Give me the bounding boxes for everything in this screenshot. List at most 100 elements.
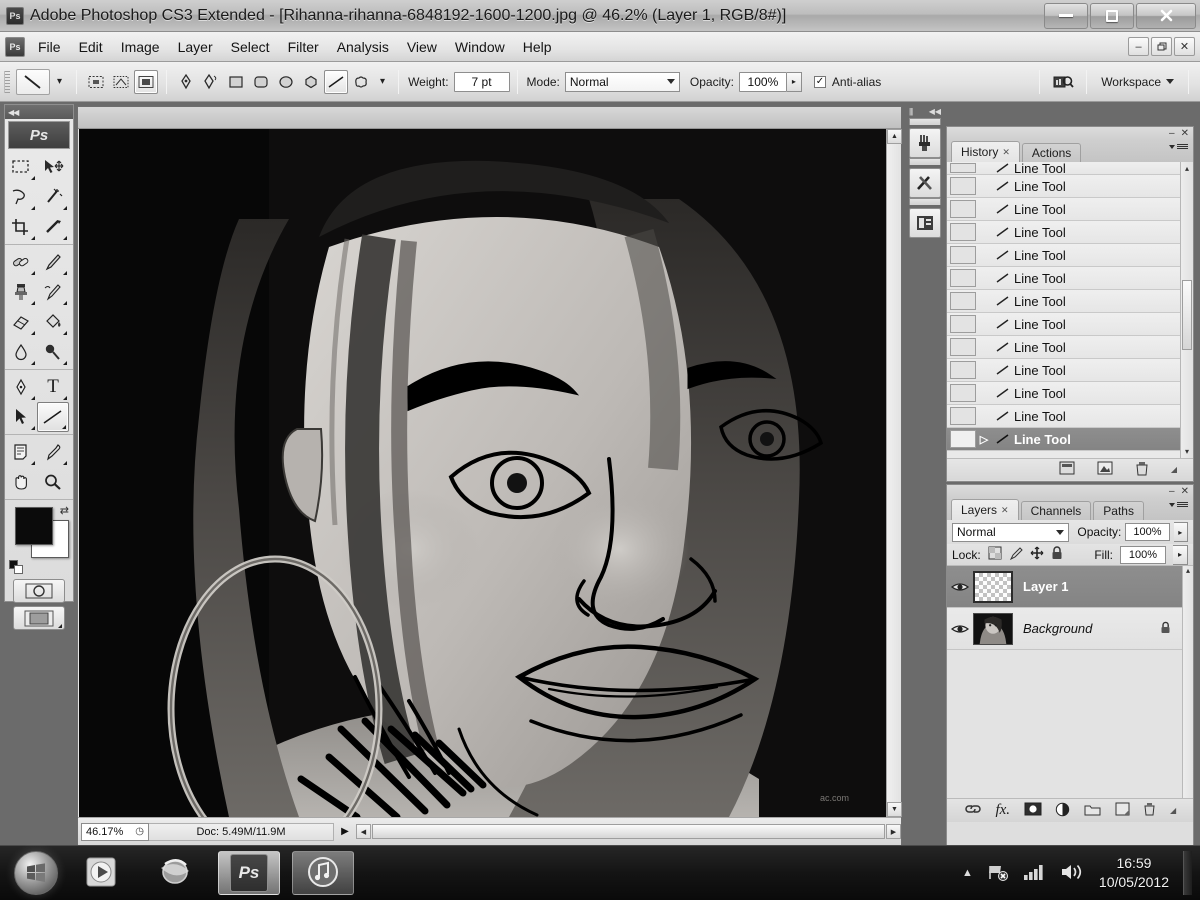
lock-transparent-pixels-icon[interactable] bbox=[988, 546, 1002, 563]
horizontal-scroll-thumb[interactable] bbox=[372, 824, 885, 839]
history-close-button[interactable]: ✕ bbox=[1181, 128, 1189, 139]
blend-mode-select[interactable]: Normal bbox=[564, 71, 680, 92]
toolbox-header[interactable]: ◀◀ bbox=[5, 105, 73, 119]
history-row-clipped[interactable]: Line Tool bbox=[947, 162, 1193, 175]
menu-window[interactable]: Window bbox=[446, 35, 514, 59]
history-scrollbar[interactable]: ▴ ▾ bbox=[1180, 162, 1193, 458]
brush-tool[interactable] bbox=[37, 247, 69, 277]
foreground-color-swatch[interactable] bbox=[15, 507, 53, 545]
magic-wand-tool[interactable] bbox=[37, 182, 69, 212]
tool-preset-caret-icon[interactable]: ▾ bbox=[57, 76, 62, 87]
opacity-input[interactable]: 100% bbox=[738, 71, 787, 92]
layer-row-background[interactable]: Background bbox=[947, 608, 1193, 650]
lock-image-pixels-icon[interactable] bbox=[1009, 546, 1023, 563]
close-button[interactable] bbox=[1136, 2, 1196, 29]
internet-explorer-taskbar-item[interactable] bbox=[144, 851, 206, 895]
history-row[interactable]: Line Tool bbox=[947, 244, 1193, 267]
shape-layers-button[interactable] bbox=[84, 70, 108, 94]
polygon-tool-button[interactable] bbox=[299, 70, 323, 94]
tab-actions[interactable]: Actions bbox=[1021, 143, 1082, 162]
layer-fill-stepper[interactable]: ▸ bbox=[1173, 544, 1188, 565]
history-row[interactable]: Line Tool bbox=[947, 313, 1193, 336]
menu-select[interactable]: Select bbox=[222, 35, 279, 59]
history-minimize-button[interactable]: – bbox=[1169, 128, 1175, 139]
scroll-down-arrow[interactable]: ▾ bbox=[1181, 447, 1193, 456]
options-bar-grip[interactable] bbox=[4, 70, 10, 93]
history-state-marker[interactable]: ▷ bbox=[976, 433, 992, 446]
line-tool-icon[interactable] bbox=[16, 68, 50, 95]
create-document-from-state-icon[interactable] bbox=[1059, 461, 1075, 478]
layer-visibility-toggle[interactable] bbox=[947, 623, 973, 635]
layer-visibility-toggle[interactable] bbox=[947, 581, 973, 593]
collapse-arrows-icon[interactable]: ◀◀ bbox=[8, 108, 19, 117]
history-row-selected[interactable]: ▷ Line Tool bbox=[947, 428, 1193, 451]
layer-style-fx-icon[interactable]: fx. bbox=[995, 802, 1010, 819]
new-adjustment-layer-icon[interactable] bbox=[1055, 802, 1070, 820]
blur-tool[interactable] bbox=[5, 337, 37, 367]
history-row[interactable]: Line Tool bbox=[947, 198, 1193, 221]
tab-channels[interactable]: Channels bbox=[1020, 501, 1092, 520]
show-hidden-icons-chevron[interactable]: ▲ bbox=[962, 867, 973, 879]
menu-edit[interactable]: Edit bbox=[70, 35, 112, 59]
history-row[interactable]: Line Tool bbox=[947, 175, 1193, 198]
panel-menu-icon[interactable] bbox=[1169, 502, 1188, 507]
close-icon[interactable]: ✕ bbox=[1001, 505, 1009, 516]
rounded-rectangle-tool-button[interactable] bbox=[249, 70, 273, 94]
line-tool-button[interactable] bbox=[324, 69, 349, 94]
scroll-down-arrow[interactable]: ▼ bbox=[887, 802, 902, 817]
hand-tool[interactable] bbox=[5, 467, 37, 497]
layers-close-button[interactable]: ✕ bbox=[1181, 486, 1189, 497]
crop-tool[interactable] bbox=[5, 212, 37, 242]
history-row[interactable]: Line Tool bbox=[947, 359, 1193, 382]
slice-tool[interactable] bbox=[37, 212, 69, 242]
zoom-tool[interactable] bbox=[37, 467, 69, 497]
notes-tool[interactable] bbox=[5, 437, 37, 467]
scroll-left-arrow[interactable]: ◀ bbox=[356, 824, 371, 839]
history-row[interactable]: Line Tool bbox=[947, 221, 1193, 244]
tab-layers[interactable]: Layers ✕ bbox=[951, 499, 1019, 520]
swap-colors-icon[interactable]: ⇄ bbox=[60, 504, 69, 517]
paint-bucket-tool[interactable] bbox=[37, 307, 69, 337]
new-group-icon[interactable] bbox=[1084, 803, 1101, 819]
menu-image[interactable]: Image bbox=[112, 35, 169, 59]
opacity-stepper[interactable]: ▸ bbox=[786, 71, 802, 92]
history-row[interactable]: Line Tool bbox=[947, 267, 1193, 290]
eraser-tool[interactable] bbox=[5, 307, 37, 337]
layers-scrollbar[interactable]: ▴ bbox=[1182, 566, 1193, 798]
type-tool[interactable]: T bbox=[37, 372, 69, 402]
new-layer-icon[interactable] bbox=[1115, 802, 1130, 819]
layer-row-layer-1[interactable]: Layer 1 bbox=[947, 566, 1193, 608]
show-desktop-button[interactable] bbox=[1183, 851, 1192, 895]
delete-state-icon[interactable] bbox=[1135, 461, 1149, 479]
brushes-panel-icon[interactable] bbox=[909, 128, 941, 158]
tab-history[interactable]: History ✕ bbox=[951, 141, 1020, 162]
network-disconnected-icon[interactable] bbox=[987, 862, 1009, 885]
panel-menu-icon[interactable] bbox=[1169, 144, 1188, 149]
minimize-button[interactable] bbox=[1044, 2, 1088, 29]
layer-fill-input[interactable]: 100% bbox=[1120, 545, 1166, 564]
fill-pixels-button[interactable] bbox=[134, 69, 159, 94]
rectangle-tool-button[interactable] bbox=[224, 70, 248, 94]
tool-presets-panel-icon[interactable] bbox=[909, 168, 941, 198]
close-icon[interactable]: ✕ bbox=[1002, 147, 1010, 158]
default-colors-icon[interactable] bbox=[9, 560, 23, 574]
itunes-taskbar-item[interactable] bbox=[292, 851, 354, 895]
ellipse-tool-button[interactable] bbox=[274, 70, 298, 94]
shape-options-caret-icon[interactable]: ▾ bbox=[380, 76, 385, 87]
lasso-tool[interactable] bbox=[5, 182, 37, 212]
history-row[interactable]: Line Tool bbox=[947, 336, 1193, 359]
history-row[interactable]: Line Tool bbox=[947, 405, 1193, 428]
taskbar-clock[interactable]: 16:59 10/05/2012 bbox=[1099, 854, 1169, 892]
volume-speaker-icon[interactable] bbox=[1059, 862, 1085, 885]
layer-thumbnail-background[interactable] bbox=[973, 612, 1013, 645]
anti-alias-checkbox[interactable]: ✓ Anti-alias bbox=[813, 75, 886, 89]
layer-blend-mode-select[interactable]: Normal bbox=[952, 522, 1070, 542]
menu-analysis[interactable]: Analysis bbox=[328, 35, 398, 59]
quick-mask-button[interactable] bbox=[13, 579, 65, 603]
layer-comps-panel-icon[interactable] bbox=[909, 208, 941, 238]
create-new-snapshot-icon[interactable] bbox=[1097, 461, 1113, 478]
scroll-up-arrow[interactable]: ▴ bbox=[1181, 164, 1193, 173]
windows-start-orb[interactable] bbox=[14, 851, 58, 895]
signal-bars-icon[interactable] bbox=[1023, 863, 1045, 884]
tab-paths[interactable]: Paths bbox=[1093, 501, 1144, 520]
